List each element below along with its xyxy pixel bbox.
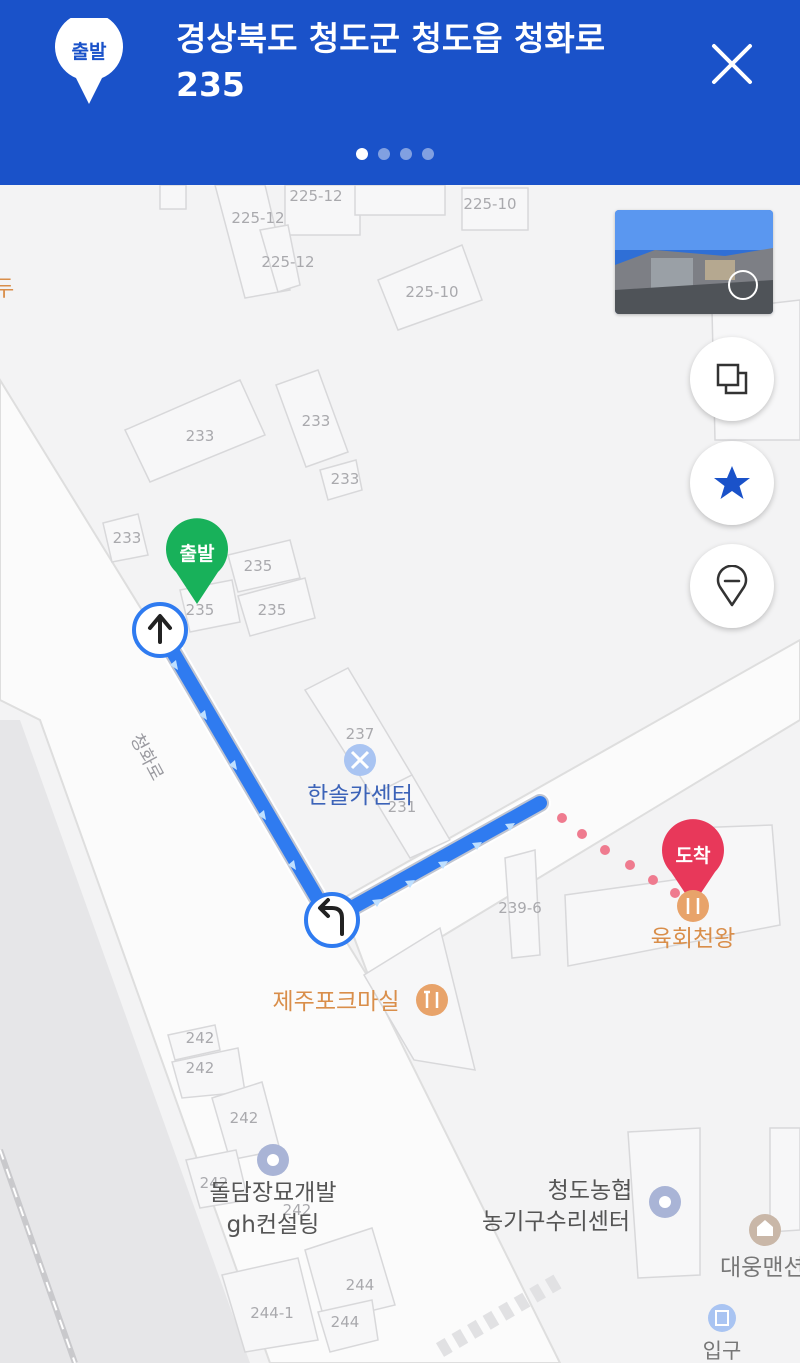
map-canvas[interactable]: 225-12 225-10 225-12 225-12 225-10 233 2…: [0, 185, 800, 1363]
lot-number: 242: [186, 1029, 215, 1047]
poi-label: 돌담장묘개발: [210, 1180, 337, 1206]
layers-button[interactable]: [690, 337, 774, 421]
favorite-button[interactable]: [690, 441, 774, 525]
lot-number: 225-12: [231, 209, 284, 227]
lot-number: 239-6: [498, 899, 542, 917]
poi-label: 육회천왕: [651, 926, 736, 952]
lot-number: 235: [244, 557, 273, 575]
entrance-icon: [708, 1304, 736, 1332]
start-badge-label: 출발: [72, 41, 107, 63]
lot-number: 244: [346, 1276, 375, 1294]
page-dot[interactable]: [422, 148, 434, 160]
lot-number: 235: [258, 601, 287, 619]
route-header: 출발 경상북도 청도군 청도읍 청화로 235: [0, 0, 800, 185]
lot-number: 233: [186, 427, 215, 445]
lot-number: 225-12: [289, 187, 342, 205]
location-pin-button[interactable]: [690, 544, 774, 628]
destination-address: 경상북도 청도군 청도읍 청화로 235: [176, 19, 606, 104]
poi-label: 입구: [703, 1339, 742, 1363]
edge-poi-label: 두: [0, 277, 14, 302]
roadview-thumbnail[interactable]: [615, 210, 773, 314]
poi-jeju[interactable]: 제주포크마실: [273, 984, 448, 1016]
lot-number: 242: [230, 1109, 259, 1127]
lot-number: 233: [302, 412, 331, 430]
straight-arrow-icon[interactable]: [132, 602, 188, 658]
lot-number: 233: [113, 529, 142, 547]
poi-label: 대웅맨션: [720, 1255, 800, 1281]
star-icon: [714, 466, 750, 499]
lot-number: 235: [186, 601, 215, 619]
lot-number: 225-12: [261, 253, 314, 271]
lot-number: 242: [186, 1059, 215, 1077]
page-indicator: [356, 148, 434, 162]
page-dot[interactable]: [400, 148, 412, 160]
lot-number: 237: [346, 725, 375, 743]
end-pin-label: 도착: [676, 845, 711, 867]
poi-label: gh컨설팅: [227, 1212, 320, 1238]
restaurant-icon: [416, 984, 448, 1016]
page-dot[interactable]: [378, 148, 390, 160]
poi-label: 한솔카센터: [307, 783, 413, 809]
start-pin-icon: 출발: [55, 18, 123, 104]
lot-number: 244: [331, 1313, 360, 1331]
page-dot[interactable]: [356, 148, 368, 160]
close-icon[interactable]: [704, 36, 760, 92]
left-turn-arrow-icon[interactable]: [304, 892, 360, 948]
location-pin-icon: [716, 565, 748, 607]
poi-label: 청도농협: [548, 1178, 633, 1204]
layers-icon: [716, 363, 748, 395]
lot-number: 233: [331, 470, 360, 488]
lot-number: 225-10: [463, 195, 516, 213]
poi-label: 제주포크마실: [273, 989, 400, 1015]
poi-label: 농기구수리센터: [482, 1209, 630, 1235]
lot-number: 244-1: [250, 1304, 294, 1322]
restaurant-icon: [677, 890, 709, 922]
start-pin-label: 출발: [180, 543, 215, 565]
lot-number: 225-10: [405, 283, 458, 301]
